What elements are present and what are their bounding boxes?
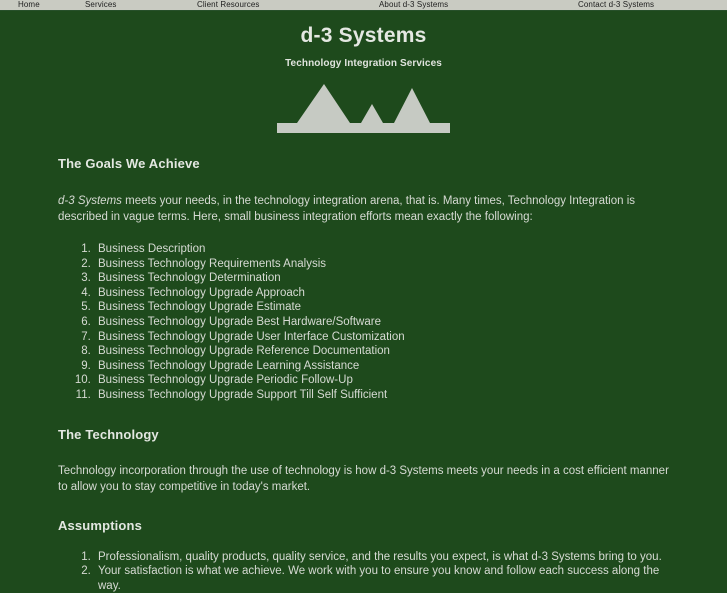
goals-list-item: Business Technology Upgrade Approach <box>94 286 672 301</box>
goals-intro-rest: meets your needs, in the technology inte… <box>58 195 636 223</box>
goals-intro-paragraph: d-3 Systems meets your needs, in the tec… <box>58 193 672 225</box>
goals-list-item: Business Technology Upgrade User Interfa… <box>94 330 672 345</box>
goals-list-item: Business Technology Requirements Analysi… <box>94 257 672 272</box>
nav-link-contact-d3-systems[interactable]: Contact d-3 Systems <box>578 0 654 10</box>
top-navigation-bar: Home Services Client Resources About d-3… <box>0 0 727 11</box>
goals-ordered-list: Business DescriptionBusiness Technology … <box>58 242 672 403</box>
goals-intro-lead: d-3 Systems <box>58 195 122 207</box>
goals-list-item: Business Description <box>94 242 672 257</box>
technology-paragraph: Technology incorporation through the use… <box>58 464 669 493</box>
site-tagline: Technology Integration Services <box>285 58 442 69</box>
heading-assumptions: Assumptions <box>58 517 142 533</box>
nav-link-home[interactable]: Home <box>18 0 40 10</box>
main-content: The Goals We Achieve d-3 Systems meets y… <box>58 156 672 593</box>
goals-list-item: Business Technology Upgrade Periodic Fol… <box>94 373 672 388</box>
site-title: d-3 Systems <box>300 24 427 47</box>
assumptions-list-item: Your satisfaction is what we achieve. We… <box>94 564 672 593</box>
goals-list-item: Business Technology Determination <box>94 271 672 286</box>
goals-list-item: Business Technology Upgrade Estimate <box>94 300 672 315</box>
heading-goals: The Goals We Achieve <box>58 156 200 171</box>
assumptions-ordered-list: Professionalism, quality products, quali… <box>58 550 672 593</box>
assumptions-list-item: Professionalism, quality products, quali… <box>94 550 672 565</box>
heading-technology: The Technology <box>58 426 159 442</box>
goals-list-item: Business Technology Upgrade Best Hardwar… <box>94 315 672 330</box>
goals-list-item: Business Technology Upgrade Learning Ass… <box>94 359 672 374</box>
mountain-peaks-logo-icon <box>277 80 450 133</box>
goals-list-item: Business Technology Upgrade Support Till… <box>94 388 672 403</box>
masthead: d-3 Systems Technology Integration Servi… <box>0 11 727 69</box>
nav-link-about-d3-systems[interactable]: About d-3 Systems <box>379 0 448 10</box>
nav-link-services[interactable]: Services <box>85 0 116 10</box>
goals-list-item: Business Technology Upgrade Reference Do… <box>94 344 672 359</box>
nav-link-client-resources[interactable]: Client Resources <box>197 0 260 10</box>
